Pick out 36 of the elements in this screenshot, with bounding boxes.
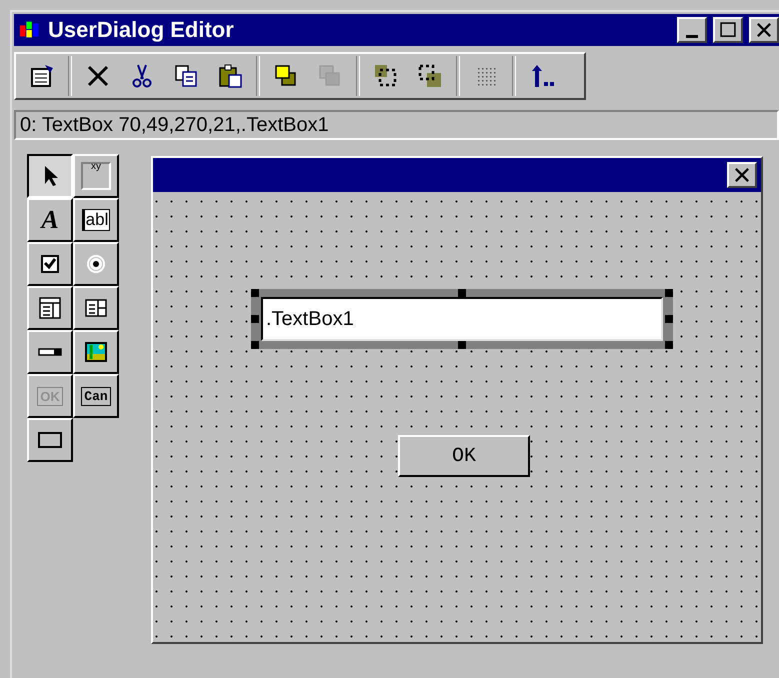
resize-handle[interactable]: [251, 315, 259, 323]
dialog-close-button[interactable]: [727, 162, 757, 188]
palette-tool[interactable]: Can: [73, 374, 119, 418]
window-title: UserDialog Editor: [48, 17, 235, 43]
resize-handle[interactable]: [665, 341, 673, 349]
group-icon: [373, 63, 399, 89]
send-back-icon: [317, 63, 343, 89]
resize-handle[interactable]: [251, 289, 259, 297]
paste-icon: [217, 63, 243, 89]
palette-tool[interactable]: xy: [73, 154, 119, 198]
ok-button[interactable]: OK: [398, 435, 530, 477]
maximize-icon: [718, 20, 738, 40]
palette-tool[interactable]: abl: [73, 198, 119, 242]
resize-handle[interactable]: [458, 341, 466, 349]
delete-icon: [85, 63, 111, 89]
copy-icon: [173, 63, 199, 89]
image-icon: [83, 339, 109, 365]
resize-handle[interactable]: [458, 289, 466, 297]
text-box[interactable]: .TextBox1: [261, 297, 663, 341]
resize-handle[interactable]: [665, 289, 673, 297]
list-box-icon: [37, 295, 63, 321]
bring-front-icon: [273, 63, 299, 89]
minimize-button[interactable]: [677, 17, 707, 43]
palette-tool[interactable]: A: [27, 198, 73, 242]
resize-handle[interactable]: [251, 341, 259, 349]
minimize-icon: [686, 34, 698, 38]
ungroup-icon: [417, 63, 443, 89]
close-icon: [754, 20, 774, 40]
maximize-button[interactable]: [713, 17, 743, 43]
close-button[interactable]: [749, 17, 779, 43]
properties-icon: [29, 63, 55, 89]
palette-tool[interactable]: [27, 154, 73, 198]
status-field: 0: TextBox 70,49,270,21,.TextBox1: [14, 110, 779, 140]
goto-icon: [529, 63, 555, 89]
resize-handle[interactable]: [665, 315, 673, 323]
close-icon: [732, 165, 752, 185]
